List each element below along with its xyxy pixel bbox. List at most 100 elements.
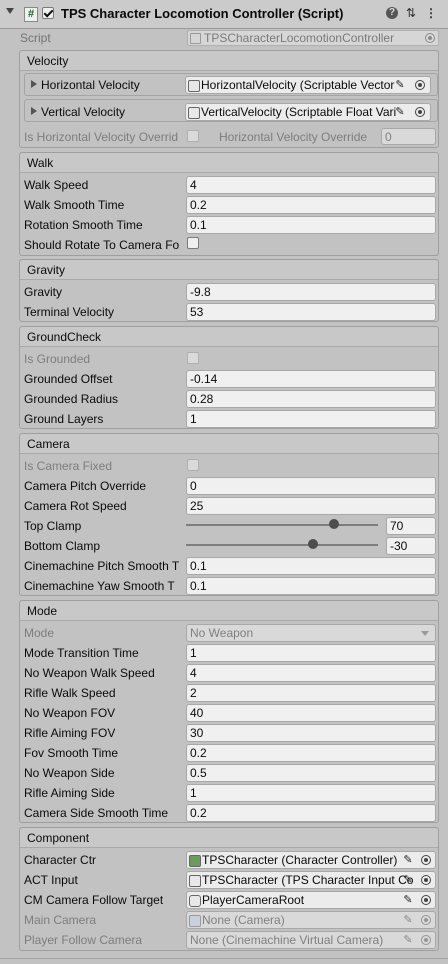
top-clamp-field[interactable]: 70 [386, 517, 436, 535]
bottom-clamp-field[interactable]: -30 [386, 537, 436, 555]
camera-rot-speed-field[interactable]: 25 [186, 497, 436, 515]
bottom-divider [0, 958, 448, 959]
rifle-aiming-fov-field[interactable]: 30 [186, 724, 436, 742]
mode-transition-time-label: Mode Transition Time [24, 646, 139, 660]
rifle-aiming-side-field[interactable]: 1 [186, 784, 436, 802]
camera-icon [189, 915, 201, 927]
main-camera-value: None (Camera) [202, 913, 285, 927]
terminal-velocity-field[interactable]: 53 [186, 303, 436, 321]
character-controller-icon [189, 855, 201, 867]
script-field: TPSCharacterLocomotionController [187, 30, 439, 46]
more-menu-icon[interactable]: ⋮ [424, 6, 438, 20]
camera-pitch-override-field[interactable]: 0 [186, 477, 436, 495]
walk-speed-field[interactable]: 4 [186, 176, 436, 194]
object-picker-icon[interactable] [421, 875, 431, 885]
cinemachine-pitch-smooth-field[interactable]: 0.1 [186, 557, 436, 575]
cm-camera-follow-target-value: PlayerCameraRoot [202, 893, 305, 907]
grounded-offset-field[interactable]: -0.14 [186, 370, 436, 388]
act-input-field[interactable]: TPSCharacter (TPS Character Input Co ✎ [186, 871, 436, 889]
gravity-label: Gravity [24, 285, 63, 299]
gameobject-icon [189, 895, 201, 907]
component-enabled-checkbox[interactable] [42, 7, 54, 19]
mode-transition-time-field[interactable]: 1 [186, 644, 436, 662]
act-input-value: TPSCharacter (TPS Character Input Co [202, 873, 414, 887]
bottom-clamp-label: Bottom Clamp [24, 539, 101, 553]
edit-pencil-icon: ✎ [403, 914, 413, 926]
expand-arrow-icon[interactable] [31, 80, 37, 88]
should-rotate-to-camera-label: Should Rotate To Camera Fo [24, 238, 180, 252]
horizontal-velocity-label: Horizontal Velocity [41, 78, 140, 92]
object-picker-icon [425, 33, 435, 43]
edit-pencil-icon[interactable]: ✎ [394, 106, 406, 118]
main-camera-label: Main Camera [24, 913, 97, 927]
no-weapon-fov-label: No Weapon FOV [24, 706, 116, 720]
rotation-smooth-time-field[interactable]: 0.1 [186, 216, 436, 234]
object-picker-icon [421, 935, 431, 945]
edit-pencil-icon[interactable]: ✎ [394, 79, 406, 91]
rifle-walk-speed-field[interactable]: 2 [186, 684, 436, 702]
no-weapon-side-label: No Weapon Side [24, 766, 115, 780]
no-weapon-side-field[interactable]: 0.5 [186, 764, 436, 782]
character-ctr-label: Character Ctr [24, 853, 97, 867]
ground-layers-field[interactable]: 1 [186, 410, 436, 428]
preset-icon[interactable]: ⇅ [404, 6, 418, 20]
horizontal-velocity-value: HorizontalVelocity (Scriptable Vector [201, 78, 395, 92]
is-camera-fixed-checkbox [187, 459, 199, 471]
grounded-radius-label: Grounded Radius [24, 392, 119, 406]
section-header-camera: Camera [20, 434, 438, 454]
cinemachine-pitch-smooth-label: Cinemachine Pitch Smooth T [24, 559, 180, 573]
expand-arrow-icon[interactable] [31, 107, 37, 115]
terminal-velocity-label: Terminal Velocity [24, 305, 115, 319]
bottom-clamp-slider[interactable] [186, 544, 378, 546]
script-file-icon [190, 33, 201, 44]
camera-side-smooth-time-field[interactable]: 0.2 [186, 804, 436, 822]
walk-speed-label: Walk Speed [24, 178, 89, 192]
grounded-radius-field[interactable]: 0.28 [186, 390, 436, 408]
vertical-velocity-field[interactable]: VerticalVelocity (Scriptable Float Vari … [185, 103, 431, 121]
camera-rot-speed-label: Camera Rot Speed [24, 499, 127, 513]
edit-pencil-icon[interactable]: ✎ [402, 874, 414, 886]
is-camera-fixed-label: Is Camera Fixed [24, 459, 113, 473]
top-clamp-slider-thumb[interactable] [328, 519, 339, 529]
camera-pitch-override-label: Camera Pitch Override [24, 479, 147, 493]
edit-pencil-icon[interactable]: ✎ [402, 854, 414, 866]
should-rotate-to-camera-checkbox[interactable] [187, 237, 199, 249]
walk-smooth-time-field[interactable]: 0.2 [186, 196, 436, 214]
object-picker-icon[interactable] [421, 895, 431, 905]
rifle-walk-speed-label: Rifle Walk Speed [24, 686, 116, 700]
cinemachine-yaw-smooth-field[interactable]: 0.1 [186, 577, 436, 595]
character-ctr-value: TPSCharacter (Character Controller) [202, 853, 398, 867]
object-picker-icon[interactable] [415, 107, 425, 117]
bottom-clamp-slider-thumb[interactable] [307, 539, 318, 549]
character-ctr-field[interactable]: TPSCharacter (Character Controller) ✎ [186, 851, 436, 869]
object-picker-icon[interactable] [421, 855, 431, 865]
scriptable-object-icon [188, 107, 200, 119]
horizontal-velocity-field[interactable]: HorizontalVelocity (Scriptable Vector ✎ [185, 76, 431, 94]
help-icon[interactable]: ? [386, 7, 398, 19]
foldout-arrow-icon[interactable] [6, 8, 14, 14]
cm-camera-follow-target-field[interactable]: PlayerCameraRoot ✎ [186, 891, 436, 909]
player-follow-camera-value: None (Cinemachine Virtual Camera) [190, 933, 384, 947]
mode-label: Mode [24, 626, 55, 640]
fov-smooth-time-field[interactable]: 0.2 [186, 744, 436, 762]
walk-smooth-time-label: Walk Smooth Time [24, 198, 125, 212]
camera-side-smooth-time-label: Camera Side Smooth Time [24, 806, 169, 820]
section-header-velocity: Velocity [20, 51, 438, 71]
vertical-velocity-label: Vertical Velocity [41, 105, 126, 119]
cinemachine-yaw-smooth-label: Cinemachine Yaw Smooth T [24, 579, 175, 593]
horizontal-velocity-override-field: 0 [381, 128, 436, 145]
rifle-aiming-fov-label: Rifle Aiming FOV [24, 726, 116, 740]
no-weapon-fov-field[interactable]: 40 [186, 704, 436, 722]
top-clamp-slider[interactable] [186, 524, 378, 526]
no-weapon-walk-speed-field[interactable]: 4 [186, 664, 436, 682]
section-header-mode: Mode [20, 601, 438, 621]
gravity-field[interactable]: -9.8 [186, 283, 436, 301]
object-picker-icon[interactable] [415, 80, 425, 90]
no-weapon-walk-speed-label: No Weapon Walk Speed [24, 666, 155, 680]
main-camera-field: None (Camera) ✎ [186, 911, 436, 929]
act-input-label: ACT Input [24, 873, 78, 887]
cm-camera-follow-target-label: CM Camera Follow Target [24, 893, 164, 907]
horizontal-velocity-override-label: Horizontal Velocity Override [219, 130, 368, 144]
edit-pencil-icon[interactable]: ✎ [402, 894, 414, 906]
script-component-icon [189, 875, 201, 887]
